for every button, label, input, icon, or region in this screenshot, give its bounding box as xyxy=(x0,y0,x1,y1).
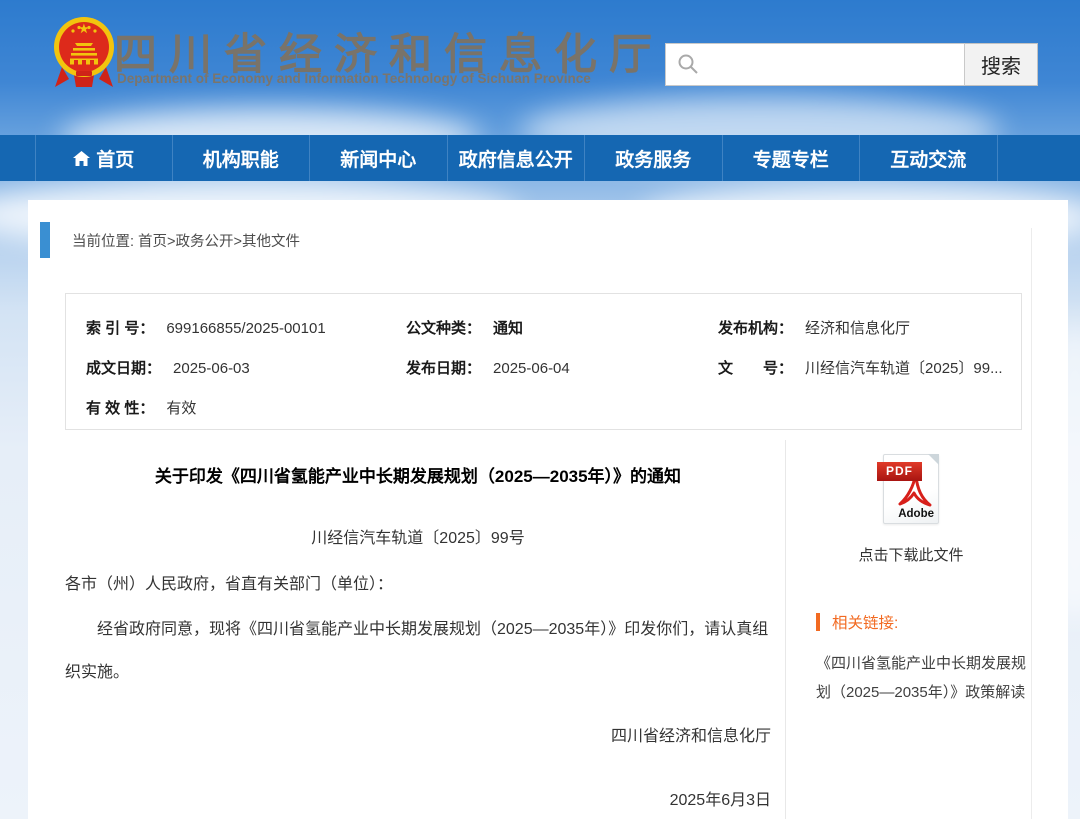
meta-value: 川经信汽车轨道〔2025〕99... xyxy=(805,360,1003,377)
document-date: 2025年6月3日 xyxy=(65,786,771,810)
nav-item-label: 机构职能 xyxy=(203,145,279,172)
meta-doc-number: 文 号： 川经信汽车轨道〔2025〕99... xyxy=(718,357,1021,378)
related-accent-bar xyxy=(816,613,820,631)
nav-item-label: 政务服务 xyxy=(615,145,691,172)
document-number: 川经信汽车轨道〔2025〕99号 xyxy=(65,524,771,548)
document-body: 关于印发《四川省氢能产业中长期发展规划（2025—2035年）》的通知 川经信汽… xyxy=(65,440,771,810)
meta-value: 2025-06-04 xyxy=(493,360,570,377)
pdf-file-icon: PDF Adobe xyxy=(883,454,939,524)
document-meta-table: 索 引 号： 699166855/2025-00101 公文种类： 通知 发布机构：… xyxy=(65,293,1022,430)
document-salutation: 各市（州）人民政府，省直有关部门（单位）： xyxy=(65,570,771,594)
nav-item-label: 互动交流 xyxy=(890,145,966,172)
meta-label: 成文日期： xyxy=(86,360,161,377)
document-paragraph: 经省政府同意，现将《四川省氢能产业中长期发展规划（2025—2035年）》印发你… xyxy=(65,608,771,694)
nav-item-label: 专题专栏 xyxy=(753,145,829,172)
emblem-icon xyxy=(52,13,116,95)
national-emblem-logo[interactable] xyxy=(52,13,116,95)
nav-item-functions[interactable]: 机构职能 xyxy=(173,135,311,181)
nav-item-news[interactable]: 新闻中心 xyxy=(310,135,448,181)
breadcrumb-text: 当前位置: 首页>政务公开>其他文件 xyxy=(72,230,300,251)
meta-validity: 有 效 性： 有效 xyxy=(86,397,406,418)
meta-label: 有 效 性： xyxy=(86,400,154,417)
adobe-label: Adobe xyxy=(898,508,934,520)
panel-divider xyxy=(1031,228,1032,819)
related-link-policy-interpretation[interactable]: 《四川省氢能产业中长期发展规划（2025—2035年）》政策解读 xyxy=(816,649,1038,707)
site-subtitle: Department of Economy and Information Te… xyxy=(117,71,591,86)
nav-item-home[interactable]: 首页 xyxy=(35,135,173,181)
meta-label: 发布日期： xyxy=(406,360,481,377)
meta-written-date: 成文日期： 2025-06-03 xyxy=(86,357,406,378)
meta-value: 699166855/2025-00101 xyxy=(166,320,325,337)
meta-value: 通知 xyxy=(493,320,523,337)
document-title: 关于印发《四川省氢能产业中长期发展规划（2025—2035年）》的通知 xyxy=(65,462,771,487)
nav-item-services[interactable]: 政务服务 xyxy=(585,135,723,181)
nav-item-gov-info[interactable]: 政府信息公开 xyxy=(448,135,586,181)
search-bar: 搜索 xyxy=(665,43,1038,86)
home-icon xyxy=(73,151,90,166)
pdf-download[interactable]: PDF Adobe 点击下载此文件 xyxy=(816,454,1006,565)
pdf-badge: PDF xyxy=(877,462,922,481)
meta-label: 发布机构： xyxy=(718,320,793,337)
content-panel: 当前位置: 首页>政务公开>其他文件 索 引 号： 699166855/2025-… xyxy=(28,200,1068,819)
meta-value: 2025-06-03 xyxy=(173,360,250,377)
breadcrumb-accent-bar xyxy=(40,222,50,258)
search-icon xyxy=(677,53,699,75)
nav-item-topics[interactable]: 专题专栏 xyxy=(723,135,861,181)
nav-item-label: 新闻中心 xyxy=(340,145,416,172)
related-links-title: 相关链接: xyxy=(832,611,898,633)
search-button[interactable]: 搜索 xyxy=(965,43,1038,86)
meta-label: 公文种类： xyxy=(406,320,481,337)
search-input[interactable] xyxy=(665,43,965,86)
meta-label: 文 号： xyxy=(718,360,793,377)
document-sidebar: PDF Adobe 点击下载此文件 相关链接: 《四川省氢能产业中长期发展规划（… xyxy=(785,440,1031,819)
meta-publish-date: 发布日期： 2025-06-04 xyxy=(406,357,718,378)
page-fold-icon xyxy=(928,454,939,465)
meta-index-number: 索 引 号： 699166855/2025-00101 xyxy=(86,317,406,338)
nav-item-label: 首页 xyxy=(96,145,134,172)
nav-item-interaction[interactable]: 互动交流 xyxy=(860,135,998,181)
meta-doc-type: 公文种类： 通知 xyxy=(406,317,718,338)
nav-item-label: 政府信息公开 xyxy=(459,145,573,172)
document-signer: 四川省经济和信息化厅 xyxy=(65,722,771,746)
meta-label: 索 引 号： xyxy=(86,320,154,337)
meta-value: 有效 xyxy=(166,400,196,417)
related-links-header: 相关链接: xyxy=(816,611,1031,633)
breadcrumb[interactable]: 当前位置: 首页>政务公开>其他文件 xyxy=(40,222,300,258)
download-file-link[interactable]: 点击下载此文件 xyxy=(858,544,963,565)
main-nav: 首页 机构职能 新闻中心 政府信息公开 政务服务 专题专栏 互动交流 xyxy=(0,135,1080,181)
meta-issuing-agency: 发布机构： 经济和信息化厅 xyxy=(718,317,1021,338)
meta-value: 经济和信息化厅 xyxy=(805,320,910,337)
